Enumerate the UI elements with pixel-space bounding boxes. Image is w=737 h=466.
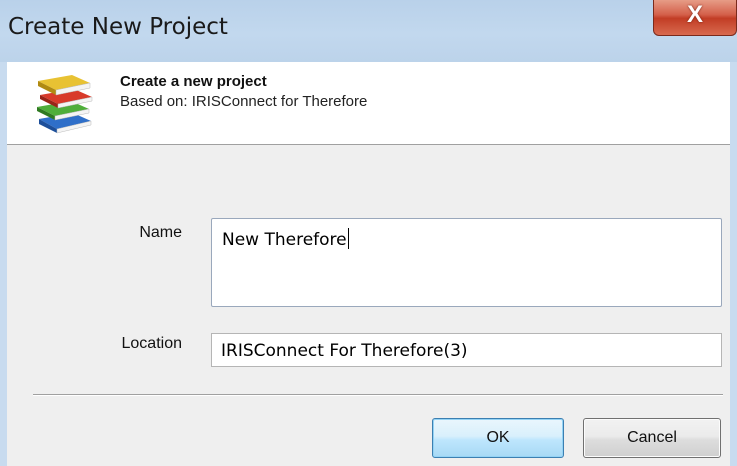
location-label: Location <box>121 335 183 352</box>
location-value: IRISConnect For Therefore(3) <box>221 341 468 361</box>
close-button[interactable]: X <box>653 0 737 36</box>
text-caret <box>348 228 349 249</box>
create-new-project-dialog: Create New Project X Create a new projec… <box>0 0 737 466</box>
header-title: Create a new project <box>120 73 267 90</box>
name-value: New Therefore <box>222 230 347 250</box>
header-subtitle: Based on: IRISConnect for Therefore <box>120 93 368 110</box>
close-icon: X <box>686 1 703 28</box>
books-icon <box>37 75 93 134</box>
title-bar[interactable]: Create New Project X <box>0 0 737 62</box>
location-field[interactable]: IRISConnect For Therefore(3) <box>211 333 722 367</box>
divider <box>33 394 723 396</box>
ok-button[interactable]: OK <box>432 418 564 458</box>
window-frame-left <box>0 62 7 466</box>
window-title: Create New Project <box>8 14 228 40</box>
window-frame-right <box>730 62 737 466</box>
dialog-header <box>0 62 737 145</box>
name-label: Name <box>139 224 182 241</box>
name-field[interactable]: New Therefore <box>211 218 722 307</box>
cancel-button[interactable]: Cancel <box>583 418 721 458</box>
